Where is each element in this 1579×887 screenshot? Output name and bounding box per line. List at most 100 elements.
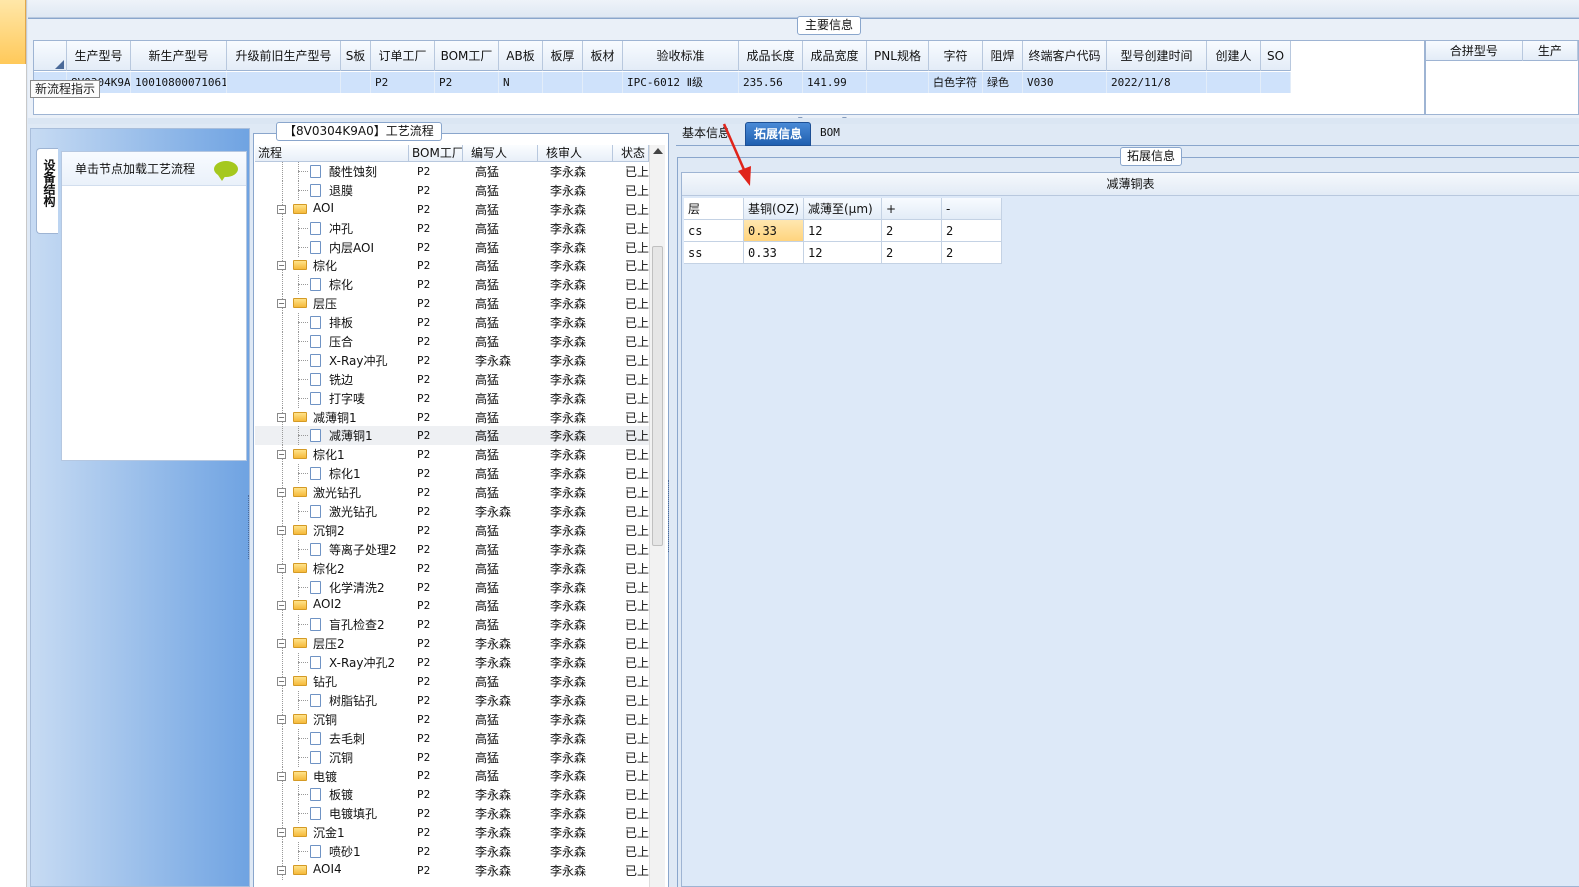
tree-row[interactable]: − 减薄铜1 P2 高猛 李永森 已上R bbox=[255, 407, 649, 427]
table-cell[interactable]: P2 bbox=[371, 72, 435, 93]
tree-row[interactable]: − 沉铜 P2 高猛 李永森 已上R bbox=[255, 709, 649, 729]
column-header[interactable]: BOM工厂 bbox=[435, 41, 499, 71]
tree-row[interactable]: − 棕化2 P2 高猛 李永森 已上R bbox=[255, 558, 649, 578]
tree-node[interactable]: − 棕化 bbox=[255, 256, 409, 276]
tree-node[interactable]: 化学清洗2 bbox=[255, 577, 409, 597]
table-cell[interactable]: P2 bbox=[435, 72, 499, 93]
tree-row[interactable]: 沉铜 P2 高猛 李永森 已上R bbox=[255, 747, 649, 767]
column-header[interactable]: BOM工厂 bbox=[409, 145, 463, 162]
column-header[interactable]: 核审人 bbox=[538, 145, 613, 162]
tree-node[interactable]: − 棕化2 bbox=[255, 558, 409, 578]
tree-node[interactable]: 棕化1 bbox=[255, 464, 409, 484]
table-cell[interactable]: 141.99 bbox=[803, 72, 867, 93]
column-header[interactable]: 新生产型号 bbox=[131, 41, 227, 71]
tree-row[interactable]: 板镀 P2 李永森 李永森 已上R bbox=[255, 785, 649, 805]
tree-node[interactable]: − 减薄铜1 bbox=[255, 407, 409, 427]
column-header[interactable]: 订单工厂 bbox=[371, 41, 435, 71]
scroll-thumb[interactable] bbox=[652, 246, 663, 546]
tree-row[interactable]: − AOI4 P2 李永森 李永森 已上R bbox=[255, 860, 649, 880]
collapse-icon[interactable]: − bbox=[277, 865, 286, 875]
table-cell[interactable]: ss bbox=[684, 242, 744, 264]
collapse-icon[interactable]: − bbox=[277, 677, 286, 687]
column-header[interactable]: 生产型号 bbox=[67, 41, 131, 71]
table-cell[interactable]: N bbox=[499, 72, 543, 93]
column-header[interactable]: 终端客户代码 bbox=[1023, 41, 1107, 71]
tree-node[interactable]: − 沉铜2 bbox=[255, 520, 409, 540]
tree-row[interactable]: 退膜 P2 高猛 李永森 已上R bbox=[255, 180, 649, 200]
tree-row[interactable]: 喷砂1 P2 李永森 李永森 已上R bbox=[255, 842, 649, 862]
tree-node[interactable]: − 沉金1 bbox=[255, 823, 409, 843]
tree-node[interactable]: − AOI4 bbox=[255, 860, 409, 880]
table-cell[interactable] bbox=[341, 72, 371, 93]
collapse-icon[interactable]: − bbox=[277, 714, 286, 724]
column-header[interactable]: 字符 bbox=[929, 41, 983, 71]
tree-row[interactable]: 排板 P2 高猛 李永森 已上R bbox=[255, 313, 649, 333]
collapse-icon[interactable]: − bbox=[277, 299, 286, 309]
column-header[interactable]: 基铜(OZ) bbox=[744, 198, 804, 220]
table-row[interactable]: 8V0304K9A0 10010800071061 P2 P2 N IPC-6012 Ⅱ级… bbox=[34, 72, 1291, 93]
flow-scrollbar[interactable] bbox=[649, 145, 665, 887]
tree-row[interactable]: X-Ray冲孔2 P2 李永森 李永森 已上R bbox=[255, 653, 649, 673]
tree-node[interactable]: − 层压 bbox=[255, 294, 409, 314]
merge-panel[interactable]: 合拼型号 生产 bbox=[1425, 40, 1579, 115]
tree-row[interactable]: 树脂钻孔 P2 李永森 李永森 已上R bbox=[255, 690, 649, 710]
tree-node[interactable]: 沉铜 bbox=[255, 747, 409, 767]
tree-node[interactable]: 喷砂1 bbox=[255, 842, 409, 862]
tree-row[interactable]: − 层压2 P2 李永森 李永森 已上R bbox=[255, 634, 649, 654]
column-header[interactable]: PNL规格 bbox=[867, 41, 929, 71]
tab-bom[interactable]: BOM bbox=[815, 122, 845, 146]
collapse-icon[interactable]: − bbox=[277, 204, 286, 214]
tree-row[interactable]: 等离子处理2 P2 高猛 李永森 已上R bbox=[255, 539, 649, 559]
tree-row[interactable]: 减薄铜1 P2 高猛 李永森 已上R bbox=[255, 426, 649, 446]
tree-node[interactable]: 内层AOI bbox=[255, 237, 409, 257]
tree-row[interactable]: − 棕化1 P2 高猛 李永森 已上R bbox=[255, 445, 649, 465]
table-cell[interactable] bbox=[227, 72, 341, 93]
tree-node[interactable]: − AOI bbox=[255, 199, 409, 219]
tree-row[interactable]: − 沉金1 P2 李永森 李永森 已上R bbox=[255, 823, 649, 843]
table-cell[interactable]: 2 bbox=[942, 220, 1002, 242]
tree-row[interactable]: 内层AOI P2 高猛 李永森 已上R bbox=[255, 237, 649, 257]
table-cell[interactable]: 0.33 bbox=[744, 220, 804, 242]
tree-node[interactable]: − 层压2 bbox=[255, 634, 409, 654]
thin-copper-table[interactable]: 层 基铜(OZ) 减薄至(μm) + - cs 0.33 12 2 2 ss 0… bbox=[684, 198, 1002, 264]
flow-tree[interactable]: 酸性蚀刻P2高猛李永森已上R退膜P2高猛李永森已上R−AOIP2高猛李永森已上R… bbox=[255, 162, 649, 887]
column-header[interactable]: 编写人 bbox=[463, 145, 538, 162]
tree-row[interactable]: − 激光钻孔 P2 高猛 李永森 已上R bbox=[255, 483, 649, 503]
tree-node[interactable]: 激光钻孔 bbox=[255, 502, 409, 522]
tree-node[interactable]: − 激光钻孔 bbox=[255, 483, 409, 503]
tree-node[interactable]: 压合 bbox=[255, 332, 409, 352]
grid-corner[interactable] bbox=[34, 41, 67, 71]
tree-node[interactable]: 棕化 bbox=[255, 275, 409, 295]
table-cell[interactable] bbox=[1207, 72, 1261, 93]
main-info-grid[interactable]: 生产型号 新生产型号 升级前旧生产型号 S板 订单工厂 BOM工厂 AB板 板厚 板材 验收标准成… bbox=[33, 40, 1425, 115]
tree-row[interactable]: 打字唛 P2 高猛 李永森 已上R bbox=[255, 388, 649, 408]
tree-node[interactable]: 板镀 bbox=[255, 785, 409, 805]
tree-row[interactable]: − 钻孔 P2 高猛 李永森 已上R bbox=[255, 672, 649, 692]
tree-row[interactable]: − 沉铜2 P2 高猛 李永森 已上R bbox=[255, 520, 649, 540]
column-header[interactable]: 阻焊 bbox=[983, 41, 1023, 71]
tree-node[interactable]: 酸性蚀刻 bbox=[255, 162, 409, 181]
tree-node[interactable]: 盲孔检查2 bbox=[255, 615, 409, 635]
tree-node[interactable]: − 钻孔 bbox=[255, 672, 409, 692]
tree-node[interactable]: 退膜 bbox=[255, 180, 409, 200]
tree-row[interactable]: 冲孔 P2 高猛 李永森 已上R bbox=[255, 218, 649, 238]
table-cell[interactable]: 2 bbox=[942, 242, 1002, 264]
table-cell[interactable] bbox=[543, 72, 583, 93]
tree-node[interactable]: 去毛刺 bbox=[255, 728, 409, 748]
table-cell[interactable]: 12 bbox=[804, 220, 882, 242]
tree-row[interactable]: 化学清洗2 P2 高猛 李永森 已上R bbox=[255, 577, 649, 597]
table-cell[interactable]: cs bbox=[684, 220, 744, 242]
table-cell[interactable]: 10010800071061 bbox=[131, 72, 227, 93]
column-header[interactable]: 合拼型号 bbox=[1426, 41, 1523, 61]
collapse-icon[interactable]: − bbox=[277, 563, 286, 573]
tree-node[interactable]: 铣边 bbox=[255, 369, 409, 389]
tree-node[interactable]: 等离子处理2 bbox=[255, 539, 409, 559]
table-cell[interactable] bbox=[583, 72, 623, 93]
collapse-icon[interactable]: − bbox=[277, 828, 286, 838]
table-cell[interactable]: 235.56 bbox=[739, 72, 803, 93]
column-header[interactable]: 创建人 bbox=[1207, 41, 1261, 71]
tree-row[interactable]: − 电镀 P2 高猛 李永森 已上R bbox=[255, 766, 649, 786]
tree-node[interactable]: − 电镀 bbox=[255, 766, 409, 786]
scroll-up-icon[interactable] bbox=[653, 148, 663, 154]
table-cell[interactable]: 2 bbox=[882, 242, 942, 264]
